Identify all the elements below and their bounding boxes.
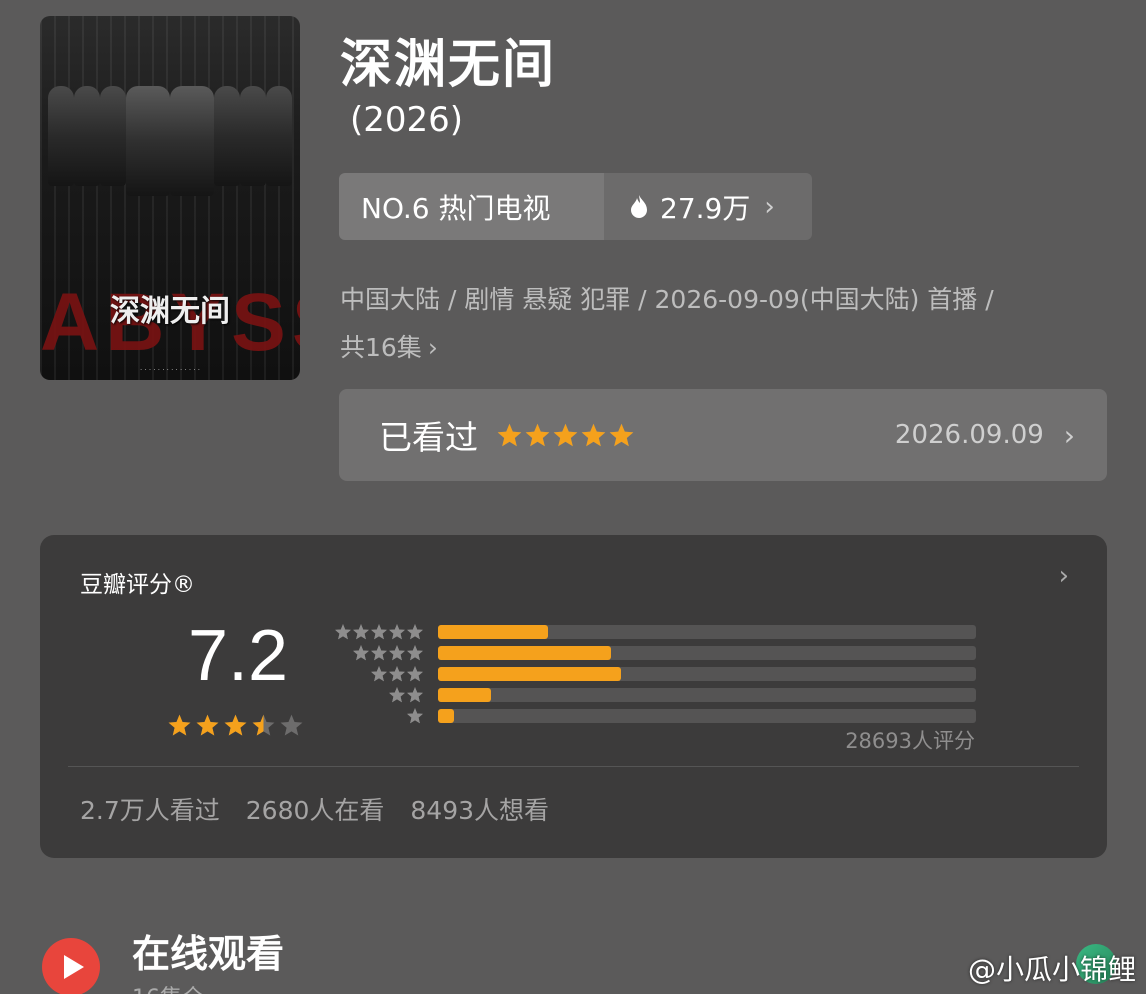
rank-label: NO.6 热门电视 [339, 173, 604, 240]
distribution-row [332, 684, 976, 705]
star-icon [407, 665, 423, 681]
distribution-bar-track [438, 624, 976, 639]
chevron-right-icon: › [427, 333, 438, 362]
distribution-bar [438, 687, 491, 702]
online-subtitle: 16集全 [132, 980, 204, 994]
episodes-link[interactable]: 共16集 › [340, 333, 438, 362]
rating-distribution [332, 621, 976, 726]
star-icon [407, 644, 423, 660]
meta-line: 中国大陆 / 剧情 悬疑 犯罪 / 2026-09-09(中国大陆) 首播 / [340, 285, 994, 314]
distribution-row [332, 663, 976, 684]
distribution-bar [438, 624, 549, 639]
star-icon [224, 714, 247, 736]
play-icon[interactable] [42, 938, 100, 994]
star-icon [497, 423, 522, 446]
poster-credit-line: · · · · · · · · · · · · · · [139, 366, 201, 374]
distribution-bar-track [438, 708, 976, 723]
distribution-row [332, 705, 976, 726]
poster-figure [100, 86, 126, 186]
star-icon [553, 423, 578, 446]
star-icon [353, 644, 369, 660]
star-icon [389, 623, 405, 639]
rating-score: 7.2 [188, 616, 289, 696]
star-icon [407, 707, 423, 723]
watched-label: 已看过 [379, 418, 478, 457]
chevron-right-icon: › [764, 191, 775, 222]
stat-watching: 2680人在看 [245, 796, 385, 825]
watched-status-card[interactable]: 已看过 2026.09.09 › [339, 389, 1107, 481]
distribution-bar-track [438, 666, 976, 681]
distribution-star-label [332, 623, 424, 641]
star-icon [371, 623, 387, 639]
poster-figure [48, 86, 74, 186]
watermark-text-wrap: @小瓜小锦鲤 [967, 944, 1136, 988]
star-icon [389, 644, 405, 660]
flame-icon [631, 194, 647, 218]
my-rating-stars [496, 422, 635, 449]
distribution-row [332, 621, 976, 642]
star-icon [196, 714, 219, 736]
poster-figure [74, 86, 100, 186]
rating-count: 28693人评分 [845, 729, 975, 753]
poster-image[interactable]: ABYSS 深渊无间 · · · · · · · · · · · · · · [40, 16, 300, 380]
poster-faces [40, 86, 300, 196]
distribution-star-label [332, 644, 424, 662]
poster-title-art: 深渊无间 [110, 294, 230, 329]
meta-info: 中国大陆 / 剧情 悬疑 犯罪 / 2026-09-09(中国大陆) 首播 / … [340, 276, 1100, 372]
star-icon [609, 423, 634, 446]
star-icon [407, 686, 423, 702]
star-icon [525, 423, 550, 446]
poster-figure [240, 86, 266, 186]
distribution-star-label [332, 707, 424, 725]
watermark: @小瓜小锦鲤 [967, 944, 1136, 988]
star-icon [168, 714, 191, 736]
star-icon [581, 423, 606, 446]
heat-section[interactable]: 27.9万 › [604, 173, 812, 240]
star-icon [407, 623, 423, 639]
star-icon [389, 665, 405, 681]
watermark-text: @小瓜小锦鲤 [967, 953, 1136, 986]
distribution-star-label [332, 686, 424, 704]
online-title: 在线观看 [132, 932, 285, 976]
star-icon [353, 623, 369, 639]
stat-want: 8493人想看 [410, 796, 550, 825]
poster-figure [126, 86, 170, 196]
distribution-bar [438, 666, 621, 681]
chevron-right-icon: › [1063, 418, 1075, 452]
star-icon [280, 714, 303, 736]
watch-stats: 2.7万人看过 2680人在看 8493人想看 [80, 791, 549, 827]
watched-date: 2026.09.09 [894, 420, 1044, 450]
rank-pill[interactable]: NO.6 热门电视 27.9万 › [339, 173, 812, 240]
distribution-row [332, 642, 976, 663]
release-year: (2026) [350, 100, 464, 140]
distribution-bar-track [438, 645, 976, 660]
douban-rating-card[interactable]: 豆瓣评分® › 7.2 28693人评分 2.7万人看过 2680人在看 849… [40, 535, 1107, 858]
star-icon [371, 644, 387, 660]
poster-figure [170, 86, 214, 196]
star-icon [371, 665, 387, 681]
rating-title: 豆瓣评分® [80, 572, 195, 598]
star-icon [335, 623, 351, 639]
episodes-label: 共16集 [340, 333, 422, 362]
distribution-star-label [332, 665, 424, 683]
rating-stars [167, 713, 304, 738]
stat-watched: 2.7万人看过 [80, 796, 220, 825]
distribution-bar [438, 708, 455, 723]
distribution-bar-track [438, 687, 976, 702]
distribution-bar [438, 645, 612, 660]
star-icon [389, 686, 405, 702]
poster-figure [214, 86, 240, 186]
poster-figure [266, 86, 292, 186]
chevron-right-icon[interactable]: › [1059, 561, 1069, 591]
star-icon [252, 714, 275, 736]
divider [68, 766, 1079, 767]
page-title: 深渊无间 [340, 35, 557, 95]
heat-value: 27.9万 [660, 191, 751, 225]
